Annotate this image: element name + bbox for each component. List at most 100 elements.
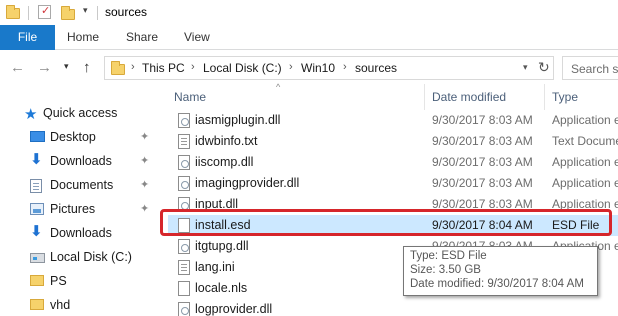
search-placeholder: Search so — [571, 62, 618, 76]
documents-icon — [30, 179, 42, 193]
tooltip-date-modified: Date modified: 9/30/2017 8:04 AM — [410, 278, 584, 290]
refresh-icon[interactable]: ↻ — [538, 59, 550, 76]
column-header-name[interactable]: Name — [174, 84, 206, 110]
sidebar-item-label: Downloads — [50, 226, 112, 240]
dll-file-icon — [178, 155, 190, 170]
ribbon-tabs: File Home Share View — [0, 25, 618, 50]
sidebar-item-local-disk[interactable]: Local Disk (C:) — [0, 246, 160, 270]
file-type: Text Docume — [552, 134, 618, 148]
sidebar-item-downloads[interactable]: ⬇ Downloads ✦ — [0, 150, 160, 174]
sidebar-item-label: Desktop — [50, 130, 96, 144]
address-bar[interactable]: › This PC › Local Disk (C:) › Win10 › so… — [104, 56, 554, 80]
address-dropdown-icon[interactable]: ▾ — [523, 62, 528, 73]
file-name: iiscomp.dll — [195, 155, 254, 169]
file-date: 9/30/2017 8:03 AM — [432, 176, 533, 190]
folder-icon — [6, 5, 20, 19]
sort-caret-icon: ^ — [276, 82, 281, 92]
sidebar-item-quick-access[interactable]: ★ Quick access — [0, 102, 160, 126]
up-arrow-icon[interactable]: ↑ — [83, 59, 91, 76]
file-row[interactable]: iasmigplugin.dll 9/30/2017 8:03 AM Appli… — [168, 110, 618, 131]
column-divider[interactable] — [544, 84, 545, 110]
sidebar-item-vhd[interactable]: vhd — [0, 294, 160, 316]
highlight-annotation-box — [160, 209, 612, 236]
tab-share[interactable]: Share — [126, 25, 158, 50]
sidebar-item-downloads-2[interactable]: ⬇ Downloads — [0, 222, 160, 246]
file-row[interactable]: idwbinfo.txt 9/30/2017 8:03 AM Text Docu… — [168, 131, 618, 152]
file-type: Application e — [552, 155, 618, 169]
sidebar-item-label: Downloads — [50, 154, 112, 168]
column-divider[interactable] — [424, 84, 425, 110]
file-date: 9/30/2017 8:03 AM — [432, 155, 533, 169]
dll-file-icon — [178, 302, 190, 316]
file-row[interactable]: iiscomp.dll 9/30/2017 8:03 AM Applicatio… — [168, 152, 618, 173]
folder-icon — [30, 299, 44, 310]
file-name: idwbinfo.txt — [195, 134, 258, 148]
file-row[interactable]: imagingprovider.dll 9/30/2017 8:03 AM Ap… — [168, 173, 618, 194]
file-name: iasmigplugin.dll — [195, 113, 281, 127]
pin-icon[interactable]: ✦ — [140, 154, 149, 167]
sidebar-item-desktop[interactable]: Desktop ✦ — [0, 126, 160, 150]
breadcrumb-sources[interactable]: sources — [355, 61, 397, 75]
search-input[interactable]: Search so — [562, 56, 618, 80]
sidebar-item-label: Documents — [50, 178, 114, 192]
file-info-tooltip: Type: ESD File Size: 3.50 GB Date modifi… — [403, 246, 598, 296]
file-name: locale.nls — [195, 281, 248, 295]
chevron-right-icon[interactable]: › — [343, 61, 347, 73]
toolbar-separator — [28, 6, 29, 20]
folder-icon — [30, 275, 44, 286]
pictures-icon — [30, 203, 44, 215]
tooltip-type: Type: ESD File — [410, 250, 487, 262]
sidebar-item-label: vhd — [50, 298, 71, 312]
pin-icon[interactable]: ✦ — [140, 130, 149, 143]
text-file-icon — [178, 134, 190, 149]
tab-home[interactable]: Home — [67, 25, 99, 50]
dll-file-icon — [178, 113, 190, 128]
file-name: itgtupg.dll — [195, 239, 249, 253]
toolbar-separator — [97, 6, 98, 20]
sidebar-item-pictures[interactable]: Pictures ✦ — [0, 198, 160, 222]
folder-icon — [111, 61, 125, 75]
chevron-right-icon[interactable]: › — [289, 61, 293, 73]
tab-view[interactable]: View — [184, 25, 210, 50]
sidebar-item-label: Quick access — [43, 106, 118, 120]
properties-icon[interactable]: ✓ — [38, 5, 51, 19]
window-title: sources — [105, 5, 148, 19]
recent-locations-dropdown-icon[interactable]: ▾ — [64, 61, 69, 72]
tab-file[interactable]: File — [0, 25, 55, 50]
navigation-bar: ← → ▾ ↑ › This PC › Local Disk (C:) › Wi… — [0, 52, 618, 84]
sidebar-item-label: Pictures — [50, 202, 96, 216]
sidebar-item-label: PS — [50, 274, 67, 288]
back-arrow-icon[interactable]: ← — [10, 59, 25, 76]
navigation-pane: ★ Quick access Desktop ✦ ⬇ Downloads ✦ D… — [0, 92, 160, 316]
sidebar-item-documents[interactable]: Documents ✦ — [0, 174, 160, 198]
sidebar-item-ps[interactable]: PS — [0, 270, 160, 294]
file-icon — [178, 281, 190, 296]
column-header-date[interactable]: Date modified — [432, 84, 506, 110]
pin-icon[interactable]: ✦ — [140, 202, 149, 215]
desktop-icon — [30, 131, 45, 142]
file-date: 9/30/2017 8:03 AM — [432, 134, 533, 148]
breadcrumb-win10[interactable]: Win10 — [301, 61, 335, 75]
chevron-right-icon[interactable]: › — [191, 61, 195, 73]
quick-access-toolbar-dropdown-icon[interactable]: ▾ — [83, 5, 88, 16]
column-header-type[interactable]: Type — [552, 84, 578, 110]
download-arrow-icon: ⬇ — [30, 151, 43, 168]
pin-icon[interactable]: ✦ — [140, 178, 149, 191]
file-name: lang.ini — [195, 260, 235, 274]
breadcrumb-local-disk[interactable]: Local Disk (C:) — [203, 61, 282, 75]
file-name: imagingprovider.dll — [195, 176, 300, 190]
forward-arrow-icon[interactable]: → — [37, 59, 52, 76]
tooltip-size: Size: 3.50 GB — [410, 264, 481, 276]
file-type: Application e — [552, 176, 618, 190]
drive-icon — [30, 253, 45, 263]
ini-file-icon — [178, 260, 190, 275]
chevron-right-icon[interactable]: › — [131, 61, 135, 73]
title-bar: ✓ ▾ sources — [0, 0, 618, 25]
sidebar-item-label: Local Disk (C:) — [50, 250, 132, 264]
breadcrumb-this-pc[interactable]: This PC — [142, 61, 185, 75]
file-row[interactable]: logprovider.dll — [168, 299, 618, 316]
file-name: logprovider.dll — [195, 302, 273, 316]
new-folder-icon[interactable] — [61, 6, 75, 20]
dll-file-icon — [178, 176, 190, 191]
dll-file-icon — [178, 239, 190, 254]
